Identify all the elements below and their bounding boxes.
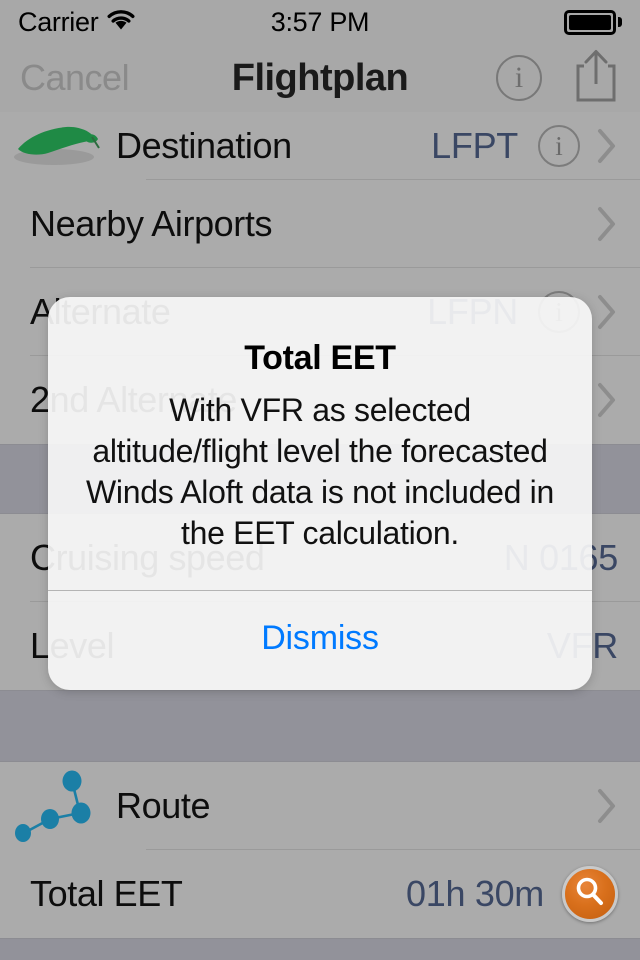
total-eet-alert-dialog: Total EET With VFR as selected altitude/… — [48, 297, 592, 690]
dismiss-button[interactable]: Dismiss — [48, 591, 592, 690]
alert-title: Total EET — [244, 339, 396, 377]
alert-overlay: Total EET With VFR as selected altitude/… — [0, 0, 640, 960]
alert-message: With VFR as selected altitude/flight lev… — [85, 392, 554, 551]
app-screen: Carrier 3:57 PM Cancel Flightplan i Dest… — [0, 0, 640, 960]
